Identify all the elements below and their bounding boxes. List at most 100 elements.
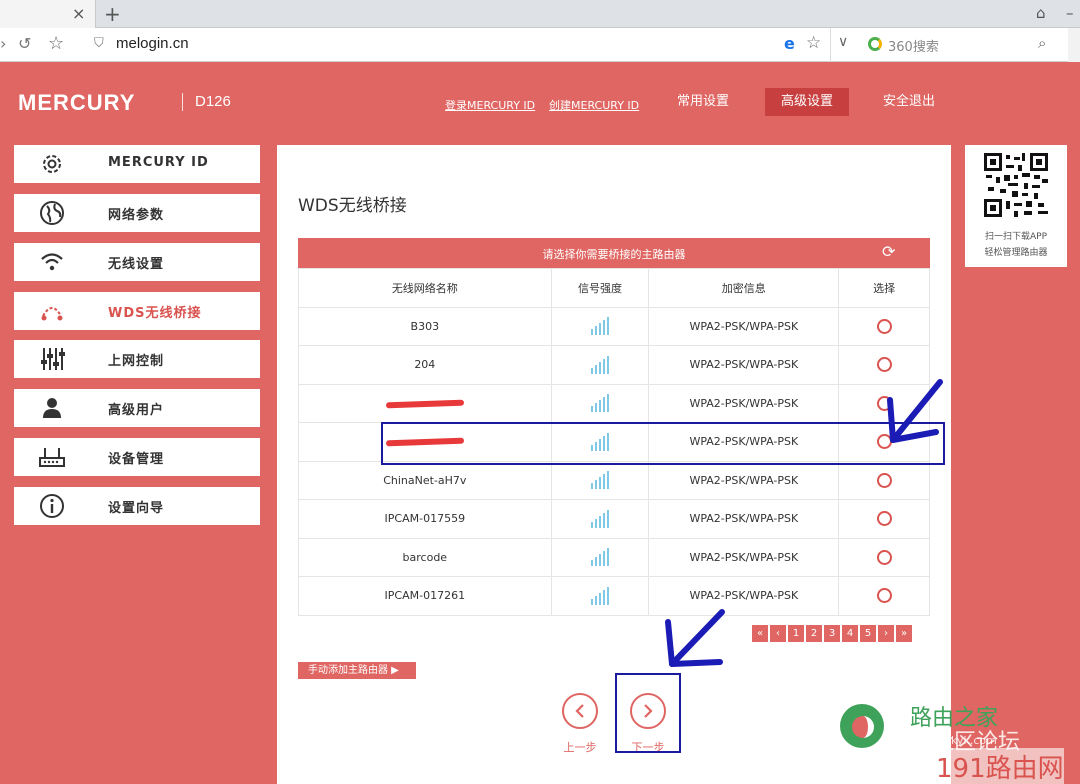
shirt-icon[interactable]: ⌂ (1036, 4, 1046, 22)
table-row[interactable]: 204 WPA2-PSK/WPA-PSK (298, 345, 930, 385)
table-row[interactable]: B303 WPA2-PSK/WPA-PSK (298, 306, 930, 346)
sidebar-item-wireless[interactable]: 无线设置 (14, 243, 260, 281)
table-row[interactable]: IPCAM-017559 WPA2-PSK/WPA-PSK (298, 499, 930, 539)
address-bar: › ↺ ☆ ⛉ melogin.cn e ☆ ∨ 360搜索 ⌕ (0, 28, 1080, 62)
tab-advanced-settings[interactable]: 高级设置 (765, 88, 849, 116)
sidebar-item-label: 设备管理 (108, 452, 165, 467)
tab-common-settings[interactable]: 常用设置 (667, 88, 739, 116)
login-link[interactable]: 登录MERCURY ID (445, 97, 535, 113)
create-id-link[interactable]: 创建MERCURY ID (549, 97, 639, 113)
star-icon[interactable]: ☆ (48, 33, 64, 54)
select-cell (838, 537, 930, 577)
page-button[interactable]: 4 (842, 625, 858, 642)
new-tab-icon[interactable]: + (104, 2, 121, 26)
select-radio[interactable] (876, 395, 892, 411)
select-radio[interactable] (876, 549, 892, 565)
table-caption-bar: 请选择你需要桥接的主路由器 ⟳ (298, 238, 930, 268)
select-radio[interactable] (876, 511, 892, 527)
sidebar-item-network[interactable]: 网络参数 (14, 194, 260, 232)
column-header: 加密信息 (648, 268, 840, 308)
page-button[interactable]: 3 (824, 625, 840, 642)
url-field[interactable]: melogin.cn (116, 35, 189, 52)
qr-caption-line1: 扫一扫下载APP (984, 232, 1047, 242)
next-step-button[interactable] (630, 693, 666, 729)
brand-logo: MERCURY (18, 90, 136, 115)
separator (830, 28, 831, 62)
signal-bars-icon (591, 355, 610, 374)
select-radio[interactable] (876, 472, 892, 488)
undo-icon[interactable]: ↺ (18, 34, 31, 53)
page-button[interactable]: 5 (860, 625, 876, 642)
select-cell (838, 383, 930, 423)
add-router-label: 手动添加主路由器 (308, 665, 388, 676)
chevron-down-icon[interactable]: ∨ (838, 34, 848, 50)
next-page-button[interactable]: › (878, 625, 894, 642)
globe-icon (38, 200, 66, 226)
ssid-cell: barcode (298, 537, 552, 577)
qr-code-box: 扫一扫下载APP 轻松管理路由器 (965, 145, 1067, 267)
logo-divider (182, 93, 183, 111)
column-header: 选择 (838, 268, 930, 308)
user-icon (38, 395, 66, 421)
ssid-cell (298, 422, 552, 462)
search-icon[interactable]: ⌕ (1038, 34, 1046, 52)
signal-bars-icon (591, 432, 610, 451)
tab-logout[interactable]: 安全退出 (873, 88, 945, 116)
sidebar-item-label: 上网控制 (108, 354, 165, 369)
select-radio[interactable] (876, 318, 892, 334)
signal-cell (550, 499, 650, 539)
sidebar-item-wizard[interactable]: 设置向导 (14, 487, 260, 525)
minimize-icon[interactable]: – (1066, 4, 1074, 22)
sidebar-item-wds[interactable]: WDS无线桥接 (14, 292, 260, 330)
signal-cell (550, 345, 650, 385)
sidebar-item-label: 高级用户 (108, 403, 165, 418)
model-name: D126 (195, 93, 231, 110)
sidebar-item-advanced-user[interactable]: 高级用户 (14, 389, 260, 427)
ssid-cell: IPCAM-017261 (298, 576, 552, 616)
prev-step-button[interactable] (562, 693, 598, 729)
sidebar-item-label: 设置向导 (108, 501, 165, 516)
sidebar-item-device-mgmt[interactable]: 设备管理 (14, 438, 260, 476)
page-button[interactable]: 2 (806, 625, 822, 642)
sidebar-item-label: 无线设置 (108, 257, 165, 272)
sidebar-item-label: MERCURY ID (108, 155, 209, 170)
close-icon[interactable]: × (72, 4, 85, 23)
forward-icon[interactable]: › (0, 34, 6, 53)
sidebar-item-mercury-id[interactable]: MERCURY ID (14, 145, 260, 183)
ssid-cell: 204 (298, 345, 552, 385)
last-page-button[interactable]: » (896, 625, 912, 642)
table-row[interactable]: IPCAM-017261 WPA2-PSK/WPA-PSK (298, 576, 930, 616)
search-input[interactable]: 360搜索 ⌕ (858, 28, 1062, 62)
table-row[interactable]: barcode WPA2-PSK/WPA-PSK (298, 537, 930, 577)
pagination: « ‹ 1 2 3 4 5 › » (752, 625, 912, 642)
select-cell (838, 345, 930, 385)
select-radio[interactable] (876, 588, 892, 604)
favorite-star-icon[interactable]: ☆ (806, 33, 821, 53)
qr-code-image (984, 153, 1048, 217)
browser-tab[interactable]: × (0, 0, 96, 28)
select-radio[interactable] (876, 357, 892, 373)
ie-icon[interactable]: e (784, 34, 795, 53)
first-page-button[interactable]: « (752, 625, 768, 642)
table-row[interactable]: ChinaNet-aH7v WPA2-PSK/WPA-PSK (298, 460, 930, 500)
sidebar-item-access-control[interactable]: 上网控制 (14, 340, 260, 378)
ssid-cell: ChinaNet-aH7v (298, 460, 552, 500)
watermark-url: www.vnkyk.com (908, 734, 997, 747)
redaction-mark (385, 399, 464, 409)
signal-cell (550, 383, 650, 423)
scroll-grip (1068, 28, 1080, 62)
refresh-icon[interactable]: ⟳ (882, 242, 895, 261)
security-cell: WPA2-PSK/WPA-PSK (648, 306, 840, 346)
add-router-button[interactable]: 手动添加主路由器 ▶ (298, 662, 416, 679)
security-cell: WPA2-PSK/WPA-PSK (648, 383, 840, 423)
ssid-cell: B303 (298, 306, 552, 346)
select-radio[interactable] (876, 434, 892, 450)
table-row[interactable]: WPA2-PSK/WPA-PSK (298, 383, 930, 423)
shield-icon: ⛉ (94, 36, 104, 51)
table-row[interactable]: WPA2-PSK/WPA-PSK (298, 422, 930, 462)
page-button[interactable]: 1 (788, 625, 804, 642)
security-cell: WPA2-PSK/WPA-PSK (648, 499, 840, 539)
prev-page-button[interactable]: ‹ (770, 625, 786, 642)
signal-bars-icon (591, 394, 610, 413)
ssid-cell: IPCAM-017559 (298, 499, 552, 539)
